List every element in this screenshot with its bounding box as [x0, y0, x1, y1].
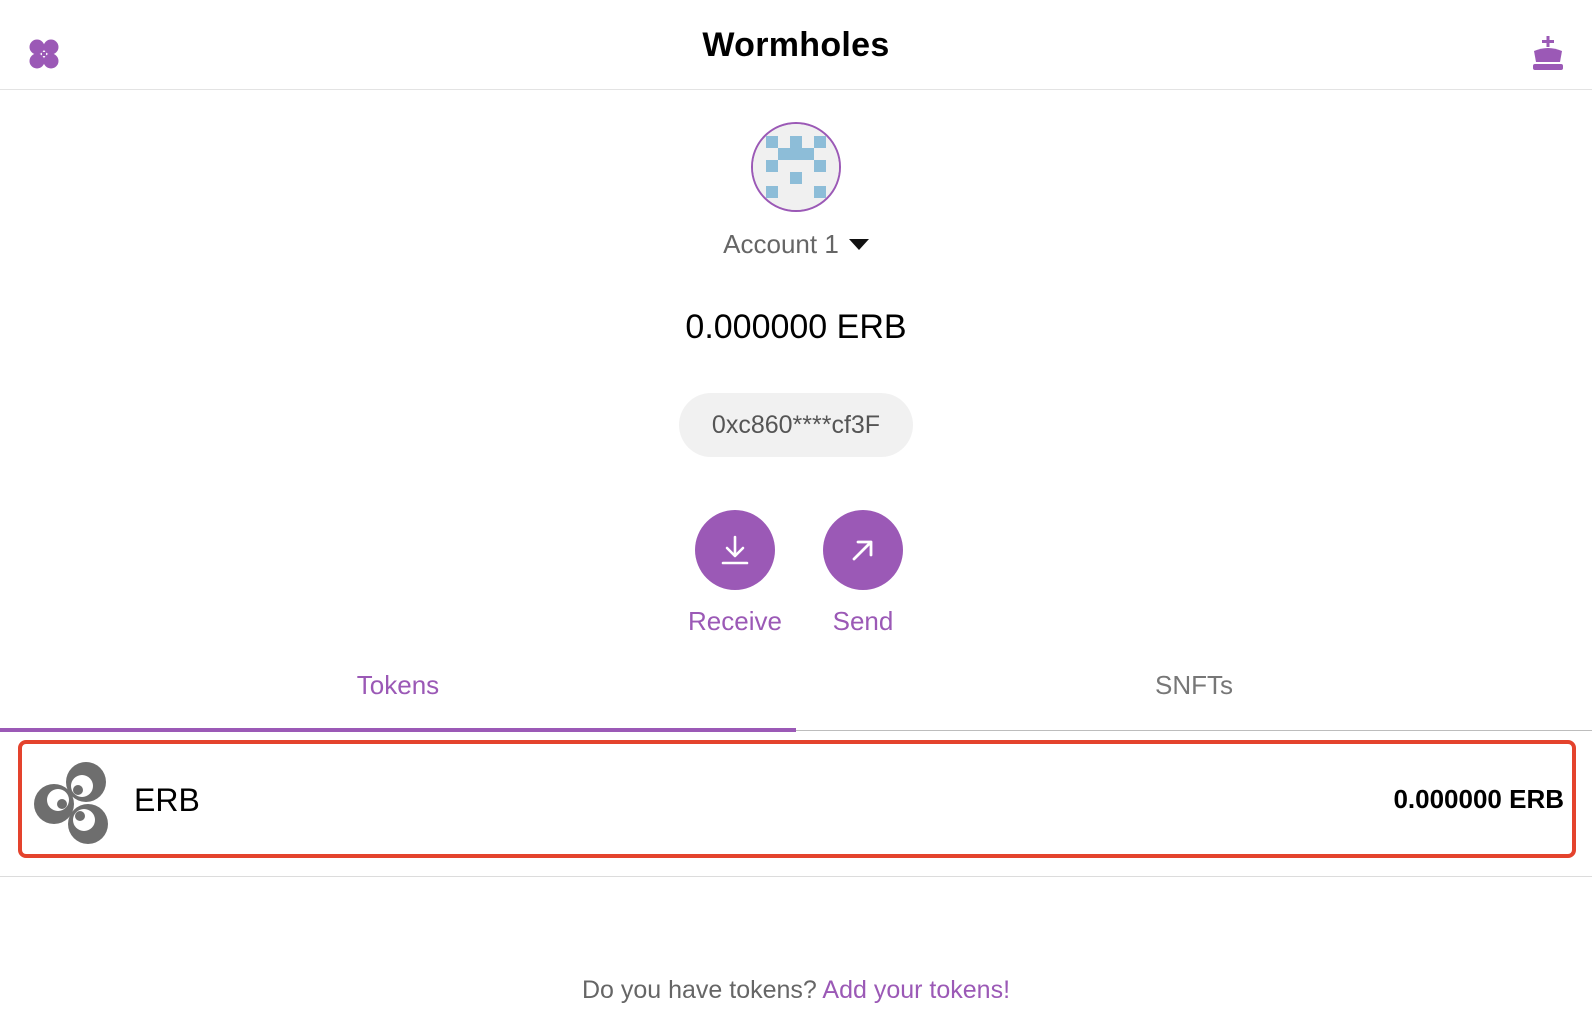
receive-button[interactable]: Receive [665, 510, 805, 637]
caret-down-icon [848, 238, 869, 250]
receive-circle [695, 510, 775, 590]
send-button[interactable]: Send [793, 510, 933, 637]
tab-snfts[interactable]: SNFTs [796, 660, 1592, 730]
tab-tokens[interactable]: Tokens [0, 660, 796, 730]
list-divider [0, 876, 1592, 877]
active-tab-indicator [0, 728, 796, 732]
token-symbol: ERB [134, 782, 200, 818]
erb-logo [34, 762, 108, 844]
add-tokens-link[interactable]: Add your tokens! [822, 976, 1010, 1004]
token-row-erb[interactable]: ERB 0.000000 ERB [18, 740, 1576, 858]
account-address[interactable]: 0xc860****cf3F [679, 393, 913, 457]
arrow-up-right-icon [852, 540, 873, 561]
add-tokens-prompt: Do you have tokens? Add your tokens! [0, 976, 1592, 1005]
send-circle [823, 510, 903, 590]
account-selector[interactable]: Account 1 [0, 229, 1592, 260]
account-name: Account 1 [723, 229, 839, 259]
crown-icon[interactable] [1531, 36, 1565, 72]
wallet-page: Wormholes Account 1 0.000000 ERB 0xc860*… [0, 0, 1592, 1022]
account-balance: 0.000000 ERB [685, 308, 907, 346]
token-balance: 0.000000 ERB [1393, 784, 1564, 814]
identicon-image [753, 124, 839, 210]
asset-tabs: Tokens SNFTs [0, 660, 1592, 732]
add-tokens-question: Do you have tokens? [581, 976, 823, 1004]
app-header: Wormholes [0, 0, 1592, 90]
download-icon [721, 535, 749, 565]
send-label: Send [832, 606, 894, 636]
app-title: Wormholes [702, 26, 890, 64]
receive-label: Receive [688, 606, 782, 636]
account-avatar[interactable] [751, 122, 841, 212]
